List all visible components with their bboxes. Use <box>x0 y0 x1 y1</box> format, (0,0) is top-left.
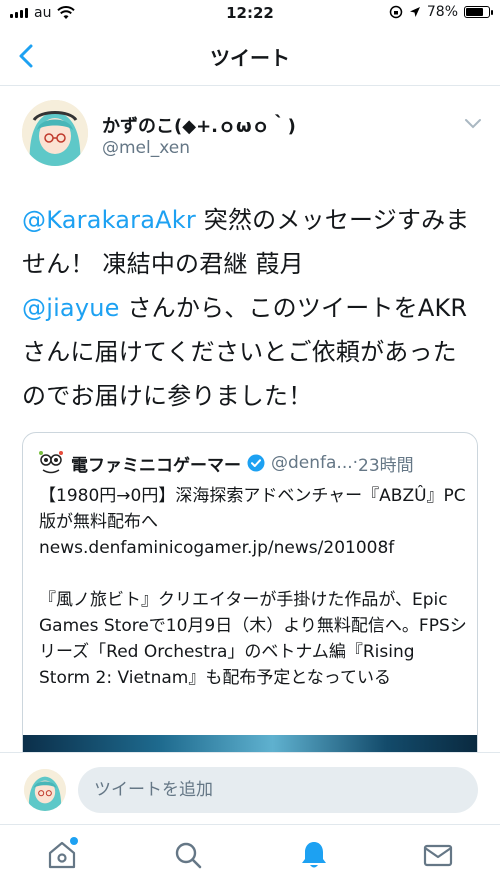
tab-bar <box>0 824 500 889</box>
tab-home[interactable] <box>46 839 78 871</box>
location-icon <box>409 7 420 17</box>
avatar-illustration <box>24 769 66 811</box>
bell-icon <box>302 842 326 868</box>
battery-fill <box>466 8 484 16</box>
avatar-illustration <box>22 100 88 166</box>
home-icon <box>48 841 76 869</box>
quoted-headline: 【1980円→0円】深海探索アドベンチャー『ABZÛ』PC版が無料配布へ <box>39 486 466 532</box>
rotation-lock-icon <box>389 5 403 19</box>
tab-search[interactable] <box>172 839 204 871</box>
mention-link[interactable]: @jiayue <box>22 294 120 322</box>
reply-input[interactable]: ツイートを追加 <box>78 767 478 813</box>
quoted-tweet-body: 【1980円→0円】深海探索アドベンチャー『ABZÛ』PC版が無料配布へ new… <box>39 483 469 691</box>
avatar[interactable] <box>22 100 88 166</box>
battery-percent: 78% <box>426 4 458 20</box>
mention-link[interactable]: @KarakaraAkr <box>22 206 196 234</box>
search-icon <box>175 842 202 869</box>
publisher-logo-icon <box>37 449 65 477</box>
tab-messages[interactable] <box>422 839 454 871</box>
nav-bar: ツイート <box>0 28 500 86</box>
reply-bar: ツイートを追加 <box>0 752 500 824</box>
tweet-text: @KarakaraAkr 突然のメッセージすみません！ 凍結中の君継 葭月 @j… <box>22 198 478 418</box>
quoted-display-name: 電ファミニコゲーマー <box>71 455 241 476</box>
chevron-down-icon[interactable] <box>464 118 482 130</box>
mail-icon <box>423 844 453 867</box>
reply-avatar <box>24 769 66 811</box>
status-bar: au 12:22 78% <box>0 0 500 28</box>
verified-badge-icon <box>247 454 265 472</box>
quoted-tweet[interactable]: 電ファミニコゲーマー @denfa... · 23時間 【1980円→0円】深海… <box>22 432 478 772</box>
battery-icon <box>464 6 493 18</box>
quoted-description: 『風ノ旅ビト』クリエイターが手掛けた作品が、Epic Games Storeで1… <box>39 590 467 688</box>
tab-notifications[interactable] <box>298 839 330 871</box>
quoted-timestamp: 23時間 <box>358 455 414 476</box>
page-title: ツイート <box>210 46 290 70</box>
display-name[interactable]: かずのこ(◆+.ｏωｏ｀) <box>102 112 296 138</box>
user-handle[interactable]: @mel_xen <box>102 138 190 158</box>
quoted-link[interactable]: news.denfaminicogamer.jp/news/201008f <box>39 535 469 561</box>
quoted-handle: @denfa... <box>271 453 353 473</box>
quoted-tweet-header: 電ファミニコゲーマー @denfa... · 23時間 <box>37 449 414 477</box>
status-right: 78% <box>389 4 493 20</box>
